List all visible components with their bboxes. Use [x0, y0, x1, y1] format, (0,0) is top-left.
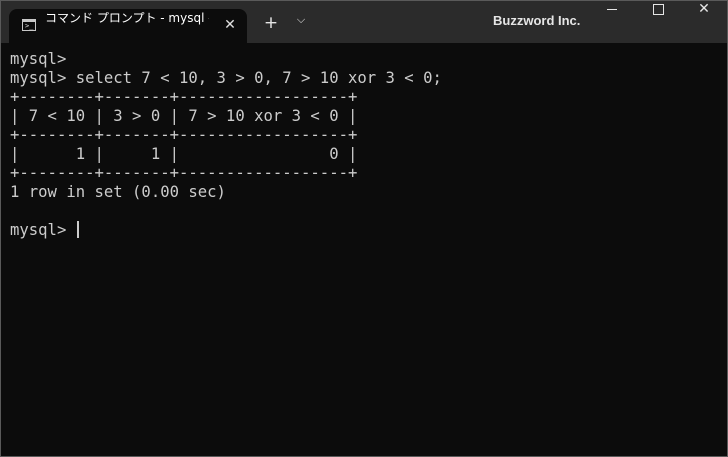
close-window-button[interactable]: ✕ [681, 1, 727, 43]
terminal-icon-glyph: >_ [25, 22, 34, 30]
terminal-icon: >_ [22, 19, 36, 31]
terminal-line: mysql> select 7 < 10, 3 > 0, 7 > 10 xor … [10, 69, 442, 87]
tab-dropdown-button[interactable]: ⌵ [291, 13, 311, 33]
maximize-icon [652, 3, 664, 15]
current-prompt: mysql> [10, 221, 76, 239]
terminal-line: 1 row in set (0.00 sec) [10, 183, 226, 201]
text-cursor [76, 221, 79, 238]
terminal-line: mysql> [10, 50, 67, 68]
maximize-button[interactable] [635, 1, 681, 43]
terminal-window: >_ コマンド プロンプト - mysql -u roo ✕ + ⌵ Buzzw… [0, 0, 728, 457]
terminal-line: +--------+-------+------------------+ [10, 164, 358, 182]
title-bar[interactable]: >_ コマンド プロンプト - mysql -u roo ✕ + ⌵ Buzzw… [1, 1, 727, 43]
close-tab-icon[interactable]: ✕ [221, 17, 239, 35]
tab-command-prompt[interactable]: >_ コマンド プロンプト - mysql -u roo ✕ [9, 9, 247, 43]
tab-title: コマンド プロンプト - mysql -u roo [45, 11, 209, 25]
minimize-button[interactable] [589, 1, 635, 43]
terminal-output[interactable]: mysql> mysql> select 7 < 10, 3 > 0, 7 > … [1, 43, 727, 456]
minimize-icon [607, 8, 617, 10]
terminal-line: +--------+-------+------------------+ [10, 88, 358, 106]
terminal-line: +--------+-------+------------------+ [10, 126, 358, 144]
terminal-line: | 1 | 1 | 0 | [10, 145, 358, 163]
terminal-line: | 7 < 10 | 3 > 0 | 7 > 10 xor 3 < 0 | [10, 107, 358, 125]
current-prompt-line[interactable]: mysql> [10, 221, 727, 240]
brand-label: Buzzword Inc. [493, 13, 581, 28]
new-tab-button[interactable]: + [261, 13, 281, 33]
